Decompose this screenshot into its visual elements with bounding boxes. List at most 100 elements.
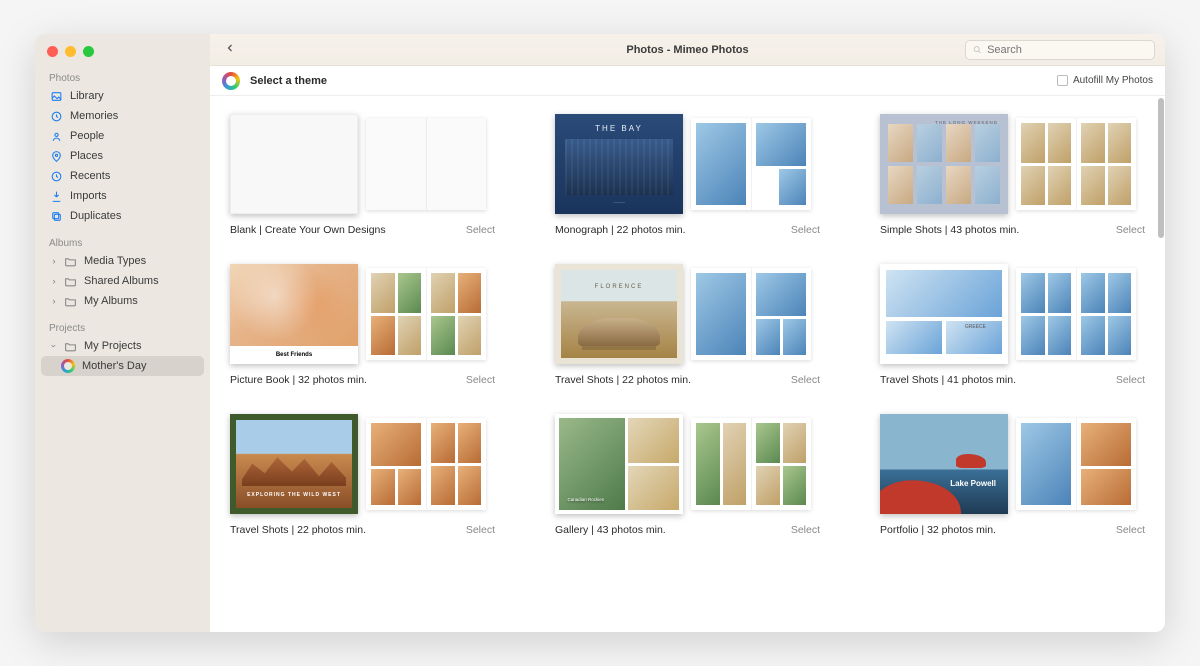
theme-card-blank[interactable]: Blank | Create Your Own Designs Select xyxy=(230,114,495,236)
theme-label: Monograph | 22 photos min. xyxy=(555,224,686,236)
sidebar-section-albums: Albums xyxy=(41,234,204,251)
places-icon xyxy=(49,149,63,163)
theme-label: Portfolio | 32 photos min. xyxy=(880,524,996,536)
main-area: Photos - Mimeo Photos Select a theme Aut… xyxy=(210,34,1165,632)
sidebar-item-library[interactable]: Library xyxy=(41,86,204,106)
recents-icon xyxy=(49,169,63,183)
sidebar-item-shared-albums[interactable]: › Shared Albums xyxy=(41,271,204,291)
theme-cover: Best Friends xyxy=(230,264,358,364)
themes-scroll-area[interactable]: Blank | Create Your Own Designs Select T… xyxy=(210,96,1165,632)
sidebar-item-label: My Projects xyxy=(84,340,141,352)
theme-label: Blank | Create Your Own Designs xyxy=(230,224,386,236)
sidebar-item-duplicates[interactable]: Duplicates xyxy=(41,206,204,226)
theme-card-picture-book[interactable]: Best Friends Picture Book | 32 photos mi… xyxy=(230,264,495,386)
theme-select-link[interactable]: Select xyxy=(466,224,495,236)
sidebar-item-label: Media Types xyxy=(84,255,146,267)
theme-select-link[interactable]: Select xyxy=(1116,374,1145,386)
subbar: Select a theme Autofill My Photos xyxy=(210,66,1165,96)
theme-cover: GREECE xyxy=(880,264,1008,364)
theme-select-link[interactable]: Select xyxy=(791,224,820,236)
theme-select-link[interactable]: Select xyxy=(466,374,495,386)
app-window: Photos Library Memories People Places Re… xyxy=(35,34,1165,632)
chevron-right-icon: › xyxy=(49,256,59,266)
theme-label: Simple Shots | 43 photos min. xyxy=(880,224,1019,236)
theme-cover: EXPLORING THE WILD WEST xyxy=(230,414,358,514)
toolbar: Photos - Mimeo Photos xyxy=(210,34,1165,66)
scrollbar[interactable] xyxy=(1158,98,1164,631)
theme-select-link[interactable]: Select xyxy=(791,374,820,386)
sidebar-item-people[interactable]: People xyxy=(41,126,204,146)
people-icon xyxy=(49,129,63,143)
autofill-checkbox[interactable]: Autofill My Photos xyxy=(1057,75,1153,86)
theme-card-simple-shots[interactable]: THE LONG WEEKEND Simple Shots | 43 photo… xyxy=(880,114,1145,236)
chevron-right-icon: › xyxy=(49,276,59,286)
theme-cover: THE LONG WEEKEND xyxy=(880,114,1008,214)
folder-icon xyxy=(63,274,77,288)
cover-title: Lake Powell xyxy=(950,479,996,488)
sidebar-item-label: Recents xyxy=(70,170,110,182)
theme-spread xyxy=(691,268,811,360)
theme-cover xyxy=(230,114,358,214)
checkbox-icon xyxy=(1057,75,1068,86)
theme-card-travel-greece[interactable]: GREECE Travel Shots | 41 photos min. Sel… xyxy=(880,264,1145,386)
back-button[interactable] xyxy=(220,41,240,59)
theme-card-travel-florence[interactable]: FLORENCE Travel Shots | 22 photos min. S… xyxy=(555,264,820,386)
sidebar-item-mothers-day[interactable]: Mother's Day xyxy=(41,356,204,376)
sidebar: Photos Library Memories People Places Re… xyxy=(35,34,210,632)
sidebar-item-label: Places xyxy=(70,150,103,162)
theme-card-gallery[interactable]: Canadian Rockies Gallery | 43 photos min… xyxy=(555,414,820,536)
cover-title: THE BAY xyxy=(595,124,643,133)
theme-select-link[interactable]: Select xyxy=(1116,524,1145,536)
scrollbar-thumb[interactable] xyxy=(1158,98,1164,238)
sidebar-item-label: Duplicates xyxy=(70,210,121,222)
zoom-window-button[interactable] xyxy=(83,46,94,57)
mimeo-logo-icon xyxy=(222,72,240,90)
sidebar-item-places[interactable]: Places xyxy=(41,146,204,166)
theme-spread xyxy=(366,268,486,360)
theme-card-travel-west[interactable]: EXPLORING THE WILD WEST Travel Shots | 2… xyxy=(230,414,495,536)
theme-select-link[interactable]: Select xyxy=(791,524,820,536)
theme-label: Picture Book | 32 photos min. xyxy=(230,374,367,386)
themes-grid: Blank | Create Your Own Designs Select T… xyxy=(230,114,1145,536)
sidebar-item-label: My Albums xyxy=(84,295,138,307)
page-title: Select a theme xyxy=(250,75,327,87)
cover-title: EXPLORING THE WILD WEST xyxy=(247,492,341,498)
sidebar-item-my-albums[interactable]: › My Albums xyxy=(41,291,204,311)
theme-spread xyxy=(1016,418,1136,510)
cover-title: Best Friends xyxy=(230,346,358,364)
sidebar-item-label: Memories xyxy=(70,110,118,122)
theme-label: Travel Shots | 41 photos min. xyxy=(880,374,1016,386)
sidebar-item-label: Library xyxy=(70,90,104,102)
close-window-button[interactable] xyxy=(47,46,58,57)
cover-title: FLORENCE xyxy=(595,284,644,290)
sidebar-item-label: Imports xyxy=(70,190,107,202)
theme-spread xyxy=(366,418,486,510)
theme-cover: FLORENCE xyxy=(555,264,683,364)
folder-icon xyxy=(63,339,77,353)
theme-cover: THE BAY ——— xyxy=(555,114,683,214)
sidebar-item-media-types[interactable]: › Media Types xyxy=(41,251,204,271)
theme-select-link[interactable]: Select xyxy=(466,524,495,536)
cover-title: THE LONG WEEKEND xyxy=(935,120,998,125)
sidebar-item-recents[interactable]: Recents xyxy=(41,166,204,186)
theme-select-link[interactable]: Select xyxy=(1116,224,1145,236)
autofill-label: Autofill My Photos xyxy=(1073,75,1153,86)
theme-label: Travel Shots | 22 photos min. xyxy=(230,524,366,536)
library-icon xyxy=(49,89,63,103)
chevron-down-icon: › xyxy=(49,341,59,351)
sidebar-item-imports[interactable]: Imports xyxy=(41,186,204,206)
project-icon xyxy=(61,359,75,373)
search-input[interactable] xyxy=(987,44,1148,56)
sidebar-item-my-projects[interactable]: › My Projects xyxy=(41,336,204,356)
minimize-window-button[interactable] xyxy=(65,46,76,57)
theme-label: Travel Shots | 22 photos min. xyxy=(555,374,691,386)
theme-spread xyxy=(691,118,811,210)
search-field[interactable] xyxy=(965,40,1155,60)
sidebar-item-label: Shared Albums xyxy=(84,275,159,287)
theme-card-portfolio[interactable]: Lake Powell Portfolio | 32 photos min. S… xyxy=(880,414,1145,536)
theme-spread xyxy=(366,118,486,210)
theme-card-monograph[interactable]: THE BAY ——— Monograph | 22 photos min. S… xyxy=(555,114,820,236)
sidebar-item-memories[interactable]: Memories xyxy=(41,106,204,126)
theme-cover: Canadian Rockies xyxy=(555,414,683,514)
sidebar-item-label: Mother's Day xyxy=(82,360,146,372)
